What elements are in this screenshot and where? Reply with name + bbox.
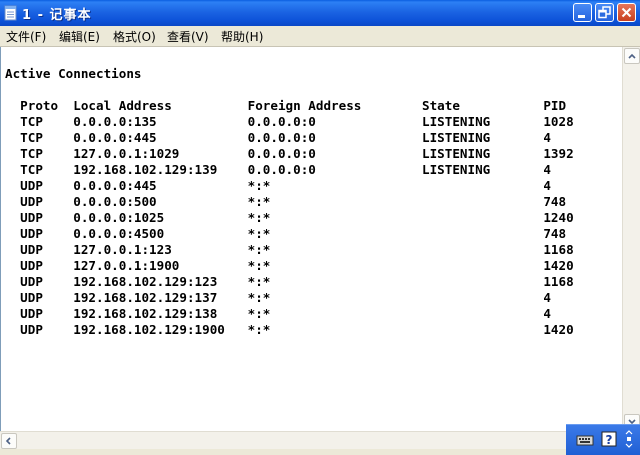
connection-row: UDP 192.168.102.129:137 *:* 4 — [5, 290, 551, 305]
text-editor[interactable]: Active Connections Proto Local Address F… — [0, 47, 623, 431]
close-button[interactable] — [617, 3, 636, 22]
keyboard-icon[interactable] — [574, 431, 596, 451]
title-bar[interactable]: 1 - 记事本 — [0, 0, 640, 26]
arrow-up-icon — [628, 53, 636, 59]
connection-row: UDP 192.168.102.129:138 *:* 4 — [5, 306, 551, 321]
minimize-icon — [578, 15, 585, 18]
connection-row: UDP 0.0.0.0:4500 *:* 748 — [5, 226, 567, 241]
maximize-button[interactable] — [595, 3, 614, 22]
window-title: 1 - 记事本 — [22, 8, 92, 23]
arrow-left-icon — [5, 437, 11, 445]
scroll-track[interactable] — [18, 434, 548, 448]
menu-format[interactable]: 格式(O) — [113, 28, 156, 45]
horizontal-scrollbar[interactable] — [0, 431, 566, 449]
notepad-window: 1 - 记事本 文件(F) 编辑(E) 格式(O) 查看(V) 帮助(H) Ac… — [0, 0, 640, 455]
menu-help[interactable]: 帮助(H) — [221, 28, 263, 45]
scroll-up-button[interactable] — [624, 48, 640, 64]
minimize-button[interactable] — [573, 3, 592, 22]
connection-row: UDP 0.0.0.0:1025 *:* 1240 — [5, 210, 574, 225]
svg-text:?: ? — [606, 433, 613, 447]
scroll-left-button[interactable] — [1, 433, 17, 449]
column-header-row: Proto Local Address Foreign Address Stat… — [5, 98, 567, 113]
menu-edit[interactable]: 编辑(E) — [59, 28, 100, 45]
connection-row: TCP 192.168.102.129:139 0.0.0.0:0 LISTEN… — [5, 162, 551, 177]
notepad-icon[interactable] — [4, 5, 17, 21]
menu-bar: 文件(F) 编辑(E) 格式(O) 查看(V) 帮助(H) — [0, 26, 640, 47]
window-bottom-border — [0, 449, 566, 454]
connection-row: UDP 0.0.0.0:500 *:* 748 — [5, 194, 567, 209]
connection-row: UDP 127.0.0.1:123 *:* 1168 — [5, 242, 574, 257]
options-icon[interactable] — [624, 430, 634, 452]
maximize-icon — [598, 6, 611, 19]
language-bar: ? — [566, 424, 640, 455]
doc-heading: Active Connections — [5, 66, 142, 81]
connection-row: UDP 192.168.102.129:1900 *:* 1420 — [5, 322, 574, 337]
connection-row: TCP 0.0.0.0:135 0.0.0.0:0 LISTENING 1028 — [5, 114, 574, 129]
vertical-scrollbar[interactable] — [622, 47, 640, 431]
connection-row: TCP 127.0.0.1:1029 0.0.0.0:0 LISTENING 1… — [5, 146, 574, 161]
help-icon[interactable]: ? — [601, 431, 617, 451]
menu-file[interactable]: 文件(F) — [6, 28, 46, 45]
close-icon — [621, 7, 632, 18]
connection-row: TCP 0.0.0.0:445 0.0.0.0:0 LISTENING 4 — [5, 130, 551, 145]
connection-row: UDP 127.0.0.1:1900 *:* 1420 — [5, 258, 574, 273]
connection-row: UDP 192.168.102.129:123 *:* 1168 — [5, 274, 574, 289]
document-text: Active Connections Proto Local Address F… — [5, 66, 574, 338]
connection-row: UDP 0.0.0.0:445 *:* 4 — [5, 178, 551, 193]
menu-view[interactable]: 查看(V) — [167, 28, 209, 45]
